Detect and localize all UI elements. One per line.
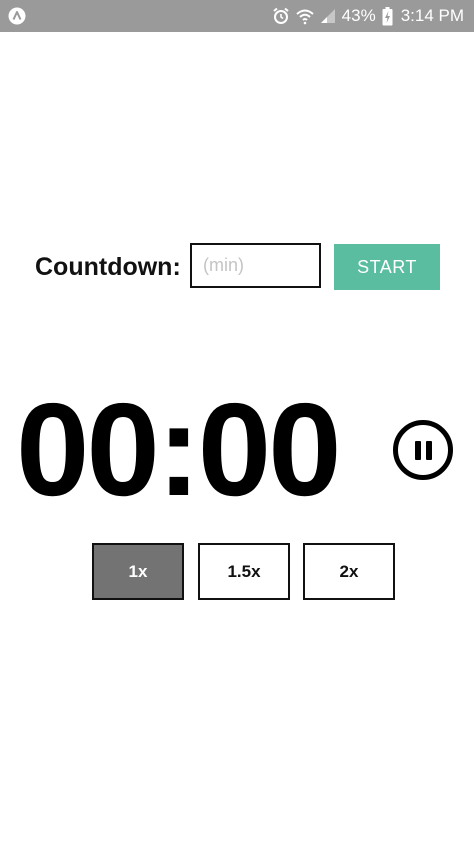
timer-row: 00:00 — [0, 380, 474, 520]
alarm-icon — [273, 7, 289, 24]
countdown-label: Countdown: — [35, 253, 181, 281]
battery-percent: 43% — [341, 6, 376, 25]
app-logo-icon — [8, 7, 26, 25]
minutes-input[interactable] — [190, 243, 321, 288]
speed-selector: 1x 1.5x 2x — [92, 543, 396, 600]
timer-display: 00:00 — [16, 376, 342, 523]
countdown-row: Countdown: START — [0, 242, 474, 290]
pause-button[interactable] — [393, 420, 453, 480]
start-button[interactable]: START — [334, 244, 440, 290]
speed-2x-button[interactable]: 2x — [303, 543, 395, 600]
speed-1x-button[interactable]: 1x — [92, 543, 184, 600]
status-bar: 43% 3:14 PM — [0, 0, 474, 32]
status-icons: 43% 3:14 PM — [272, 0, 464, 32]
speed-1-5x-button[interactable]: 1.5x — [198, 543, 290, 600]
status-time: 3:14 PM — [400, 6, 464, 25]
battery-charging-icon — [382, 6, 393, 25]
pause-icon-bar — [426, 441, 432, 460]
pause-icon — [415, 441, 421, 460]
wifi-icon — [295, 9, 314, 25]
signal-icon — [320, 9, 335, 23]
